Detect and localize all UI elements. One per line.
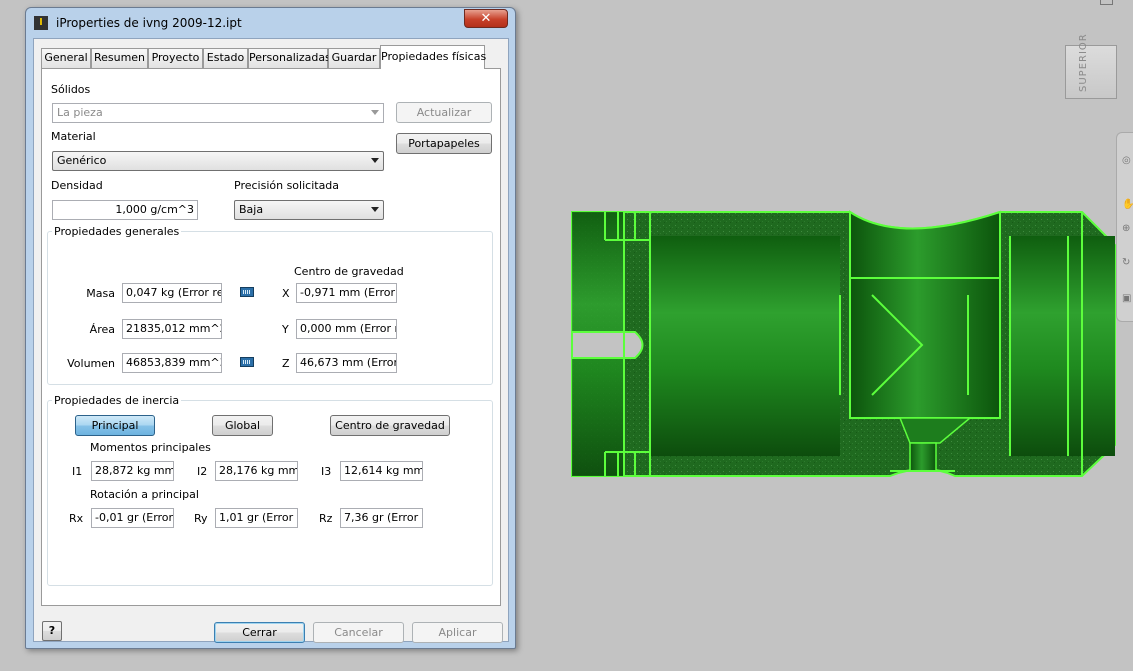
i2-field[interactable]: 28,176 kg mm^ bbox=[215, 461, 298, 481]
physical-properties-panel: Sólidos La pieza Actualizar Material Gen… bbox=[41, 68, 501, 606]
mass-label: Masa bbox=[86, 287, 115, 300]
material-label: Material bbox=[51, 130, 96, 143]
density-label: Densidad bbox=[51, 179, 103, 192]
general-properties-title: Propiedades generales bbox=[52, 225, 182, 238]
apply-button[interactable]: Aplicar bbox=[412, 622, 503, 643]
i3-label: I3 bbox=[321, 465, 332, 478]
volume-label: Volumen bbox=[67, 357, 115, 370]
update-button[interactable]: Actualizar bbox=[396, 102, 492, 123]
iproperties-dialog: I iProperties de ivng 2009-12.ipt ✕ Gene… bbox=[25, 7, 516, 649]
i1-field[interactable]: 28,872 kg mm^ bbox=[91, 461, 174, 481]
cg-y-label: Y bbox=[282, 323, 289, 336]
calculator-icon[interactable] bbox=[240, 357, 254, 367]
window-restore-icon[interactable] bbox=[1100, 0, 1113, 5]
cg-x-label: X bbox=[282, 287, 290, 300]
steering-wheel-icon[interactable]: ◎ bbox=[1122, 155, 1132, 166]
rz-label: Rz bbox=[319, 512, 333, 525]
chevron-down-icon bbox=[371, 110, 379, 115]
precision-value: Baja bbox=[239, 203, 264, 216]
tab-proyecto[interactable]: Proyecto bbox=[148, 48, 203, 68]
rx-label: Rx bbox=[69, 512, 84, 525]
tab-guardar[interactable]: Guardar bbox=[328, 48, 380, 68]
cg-z-label: Z bbox=[282, 357, 290, 370]
volume-field[interactable]: 46853,839 mm^3 ( bbox=[122, 353, 222, 373]
part-model[interactable] bbox=[560, 200, 1130, 490]
calculator-icon[interactable] bbox=[240, 287, 254, 297]
principal-button[interactable]: Principal bbox=[75, 415, 155, 436]
tab-propiedades-fisicas[interactable]: Propiedades físicas bbox=[380, 45, 486, 69]
density-field[interactable]: 1,000 g/cm^3 bbox=[52, 200, 198, 220]
inventor-app-icon: I bbox=[34, 16, 48, 30]
i3-field[interactable]: 12,614 kg mm^ bbox=[340, 461, 423, 481]
precision-label: Precisión solicitada bbox=[234, 179, 340, 192]
mass-field[interactable]: 0,047 kg (Error rela bbox=[122, 283, 222, 303]
i1-label: I1 bbox=[72, 465, 83, 478]
cg-x-field[interactable]: -0,971 mm (Error re bbox=[296, 283, 397, 303]
tab-estado[interactable]: Estado bbox=[203, 48, 248, 68]
close-button[interactable]: Cerrar bbox=[214, 622, 305, 643]
chevron-down-icon bbox=[371, 207, 379, 212]
solids-select[interactable]: La pieza bbox=[52, 103, 384, 123]
material-value: Genérico bbox=[57, 154, 107, 167]
tab-resumen[interactable]: Resumen bbox=[91, 48, 148, 68]
i2-label: I2 bbox=[197, 465, 208, 478]
precision-select[interactable]: Baja bbox=[234, 200, 384, 220]
rotation-title: Rotación a principal bbox=[90, 488, 199, 501]
tab-personalizadas[interactable]: Personalizadas bbox=[248, 48, 331, 68]
viewcube-face-label: SUPERIOR bbox=[1078, 33, 1089, 92]
rz-field[interactable]: 7,36 gr (Error re bbox=[340, 508, 423, 528]
global-button[interactable]: Global bbox=[212, 415, 273, 436]
area-field[interactable]: 21835,012 mm^2 ( bbox=[122, 319, 222, 339]
cg-z-field[interactable]: 46,673 mm (Error re bbox=[296, 353, 397, 373]
help-button[interactable]: ? bbox=[42, 621, 62, 641]
window-title: iProperties de ivng 2009-12.ipt bbox=[56, 16, 242, 30]
title-bar[interactable]: I iProperties de ivng 2009-12.ipt ✕ bbox=[26, 8, 515, 38]
tab-general[interactable]: General bbox=[41, 48, 91, 68]
chevron-down-icon bbox=[371, 158, 379, 163]
inertia-properties-title: Propiedades de inercia bbox=[52, 394, 182, 407]
center-of-gravity-button[interactable]: Centro de gravedad bbox=[330, 415, 450, 436]
solids-value: La pieza bbox=[57, 106, 103, 119]
close-window-button[interactable]: ✕ bbox=[464, 9, 508, 28]
cancel-button[interactable]: Cancelar bbox=[313, 622, 404, 643]
cg-y-field[interactable]: 0,000 mm (Error rel bbox=[296, 319, 397, 339]
viewcube[interactable]: SUPERIOR bbox=[1065, 33, 1117, 99]
dialog-client: General Resumen Proyecto Estado Personal… bbox=[33, 38, 509, 643]
ry-label: Ry bbox=[194, 512, 208, 525]
area-label: Área bbox=[89, 323, 115, 336]
ry-field[interactable]: 1,01 gr (Error re bbox=[215, 508, 298, 528]
clipboard-button[interactable]: Portapapeles bbox=[396, 133, 492, 154]
solids-label: Sólidos bbox=[51, 83, 91, 96]
principal-moments-title: Momentos principales bbox=[90, 441, 211, 454]
center-of-gravity-title: Centro de gravedad bbox=[294, 265, 404, 278]
rx-field[interactable]: -0,01 gr (Error r bbox=[91, 508, 174, 528]
material-select[interactable]: Genérico bbox=[52, 151, 384, 171]
